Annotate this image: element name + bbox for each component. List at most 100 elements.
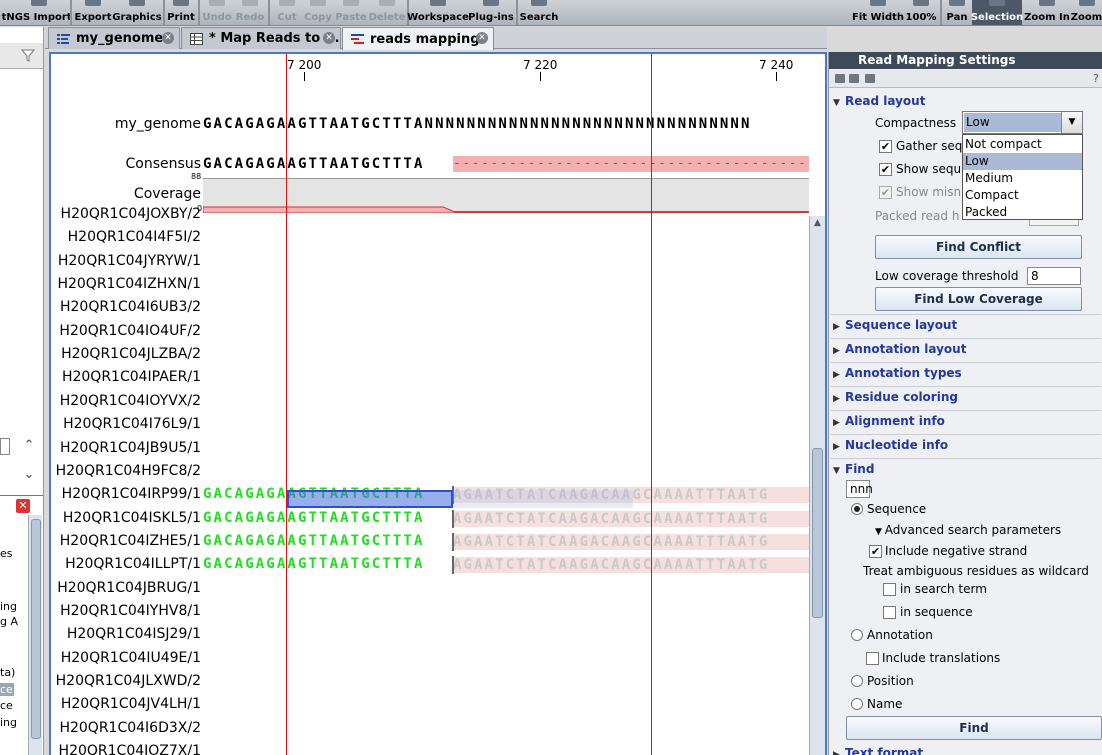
in-search-term-checkbox[interactable] — [883, 583, 896, 596]
workspace-button[interactable]: Workspace — [407, 0, 469, 25]
read-name[interactable]: H20QR1C04IPAER/1 — [62, 369, 201, 385]
toolbox-item-fragment[interactable]: ce — [0, 699, 13, 712]
position-radio[interactable] — [851, 675, 863, 687]
read-name[interactable]: H20QR1C04JOZ7X/1 — [59, 743, 201, 755]
name-radio[interactable] — [851, 698, 863, 710]
read-name[interactable]: H20QR1C04JB9U5/1 — [60, 440, 201, 456]
option-packed[interactable]: Packed — [963, 204, 1082, 221]
read-sequence[interactable]: GACAGAGAAGTTAATGCTTTA — [203, 556, 425, 572]
cut-button[interactable]: Cut — [276, 0, 298, 25]
section-annotation-types[interactable]: ▶ Annotation types — [833, 366, 962, 380]
settings-collapse-icon[interactable] — [849, 74, 859, 83]
read-name[interactable]: H20QR1C04JBRUG/1 — [57, 580, 201, 596]
find-conflict-button[interactable]: Find Conflict — [875, 235, 1082, 259]
find-button[interactable]: Find — [846, 716, 1102, 740]
filter-icon[interactable] — [21, 48, 35, 62]
zoom-in-button[interactable]: Zoom In — [1024, 0, 1070, 25]
export-button[interactable]: Export — [74, 0, 112, 25]
section-alignment-info[interactable]: ▶ Alignment info — [833, 414, 945, 428]
read-name[interactable]: H20QR1C04JV4LH/1 — [61, 696, 201, 712]
section-read-layout[interactable]: ▼ Read layout — [833, 94, 925, 108]
ngs-import-button[interactable]: NGS Import — [6, 0, 72, 25]
find-query-input[interactable]: nnn — [846, 480, 873, 498]
consensus-sequence[interactable]: GACAGAGAAGTTAATGCTTTA — [203, 156, 425, 172]
section-text-format[interactable]: ▶ Text format — [833, 746, 923, 755]
paste-button[interactable]: Paste — [335, 0, 367, 25]
show-mismatches-checkbox[interactable]: ✔ — [879, 186, 892, 199]
zoom-out-button[interactable]: Zoom — [1071, 0, 1102, 25]
section-nucleotide-info[interactable]: ▶ Nucleotide info — [833, 438, 948, 452]
option-medium[interactable]: Medium — [963, 170, 1082, 187]
in-sequence-checkbox[interactable] — [883, 606, 896, 619]
read-mapping-view[interactable]: 7 200 7 220 7 240 my_genome GACAGAGAAGTT… — [49, 52, 827, 755]
reads-scrollbar[interactable]: ▲ — [809, 216, 825, 755]
settings-save-icon[interactable] — [865, 74, 875, 83]
tab-close-icon[interactable]: ✕ — [476, 32, 488, 44]
settings-pin-icon[interactable] — [835, 74, 845, 83]
close-icon[interactable]: ✕ — [16, 499, 30, 513]
read-name[interactable]: H20QR1C04IU49E/1 — [61, 650, 201, 666]
toolbox-item-fragment[interactable]: es — [0, 547, 13, 560]
read-name[interactable]: H20QR1C04JLZBA/2 — [61, 346, 201, 362]
include-negative-strand-checkbox[interactable]: ✔ — [869, 545, 882, 558]
read-name[interactable]: H20QR1C04ISJ29/1 — [67, 626, 201, 642]
read-name[interactable]: H20QR1C04JLXWD/2 — [56, 673, 201, 689]
zoom-100-button[interactable]: 100% — [905, 0, 937, 25]
toolbox-item-fragment[interactable]: ta) — [0, 666, 15, 679]
copy-button[interactable]: Copy — [304, 0, 332, 25]
section-annotation-layout[interactable]: ▶ Annotation layout — [833, 342, 966, 356]
tab-map-reads[interactable]: * Map Reads to ... ✕ — [181, 27, 341, 49]
help-icon[interactable]: ? — [1093, 72, 1099, 85]
advanced-search-toggle[interactable]: ▼ Advanced search parameters — [875, 523, 1061, 537]
read-name[interactable]: H20QR1C04H9FC8/2 — [56, 463, 201, 479]
tab-my-genome[interactable]: my_genome ✕ — [48, 27, 180, 49]
toolbox-scrollbar[interactable] — [28, 515, 42, 755]
delete-button[interactable]: Delete — [369, 0, 405, 25]
section-find[interactable]: ▼ Find — [833, 462, 874, 476]
expand-icon[interactable]: ⌄ — [19, 467, 39, 485]
option-low[interactable]: Low — [963, 153, 1082, 170]
tab-close-icon[interactable]: ✕ — [323, 32, 335, 44]
selection-highlight[interactable] — [287, 490, 453, 508]
read-name[interactable]: H20QR1C04IO4UF/2 — [59, 323, 201, 339]
read-name[interactable]: H20QR1C04JOXBY/2 — [61, 206, 201, 222]
scroll-thumb[interactable] — [31, 519, 41, 739]
scroll-thumb[interactable] — [812, 448, 823, 618]
read-sequence[interactable]: GACAGAGAAGTTAATGCTTTA — [203, 533, 425, 549]
read-sequence[interactable]: GACAGAGAAGTTAATGCTTTA — [203, 510, 425, 526]
scroll-up-icon[interactable]: ▲ — [812, 218, 823, 229]
find-low-coverage-button[interactable]: Find Low Coverage — [875, 287, 1082, 311]
include-translations-checkbox[interactable] — [866, 652, 879, 665]
plugins-button[interactable]: Plug-ins — [468, 0, 514, 25]
read-name[interactable]: H20QR1C04I6UB3/2 — [60, 299, 201, 315]
read-name[interactable]: H20QR1C04IOYVX/2 — [60, 393, 201, 409]
tab-reads-mapping[interactable]: reads mapping ✕ — [342, 27, 494, 50]
undo-button[interactable]: Undo — [202, 0, 232, 25]
tab-close-icon[interactable]: ✕ — [162, 32, 174, 44]
read-name[interactable]: H20QR1C04ILLPT/1 — [65, 556, 201, 572]
toolbox-item-fragment[interactable]: ing — [0, 600, 17, 613]
option-not-compact[interactable]: Not compact — [963, 136, 1082, 153]
chevron-down-icon[interactable]: ▼ — [1061, 112, 1082, 133]
navigation-scroll-box[interactable] — [0, 438, 10, 455]
graphics-button[interactable]: Graphics — [112, 0, 162, 25]
toolbox-item-fragment[interactable]: g A — [0, 615, 18, 628]
sequence-radio[interactable] — [851, 503, 863, 515]
selection-button[interactable]: Selection — [971, 0, 1023, 25]
read-name[interactable]: H20QR1C04JYRYW/1 — [58, 253, 201, 269]
read-name[interactable]: H20QR1C04I4F5I/2 — [68, 229, 201, 245]
fit-width-button[interactable]: Fit Width — [852, 0, 904, 25]
read-name[interactable]: H20QR1C04IYHV8/1 — [60, 603, 201, 619]
read-name[interactable]: H20QR1C04IZHXN/1 — [57, 276, 201, 292]
read-name[interactable]: H20QR1C04ISKL5/1 — [63, 510, 201, 526]
search-button[interactable]: Search — [520, 0, 558, 25]
pan-button[interactable]: Pan — [944, 0, 970, 25]
compactness-select[interactable]: Low ▼ — [962, 111, 1083, 134]
redo-button[interactable]: Redo — [236, 0, 264, 25]
collapse-icon[interactable]: ⌃ — [19, 438, 39, 456]
annotation-radio[interactable] — [851, 629, 863, 641]
section-sequence-layout[interactable]: ▶ Sequence layout — [833, 318, 957, 332]
toolbox-item-fragment-selected[interactable]: ce — [0, 683, 14, 696]
read-name[interactable]: H20QR1C04IRP99/1 — [62, 486, 201, 502]
read-name[interactable]: H20QR1C04I76L9/1 — [63, 416, 201, 432]
